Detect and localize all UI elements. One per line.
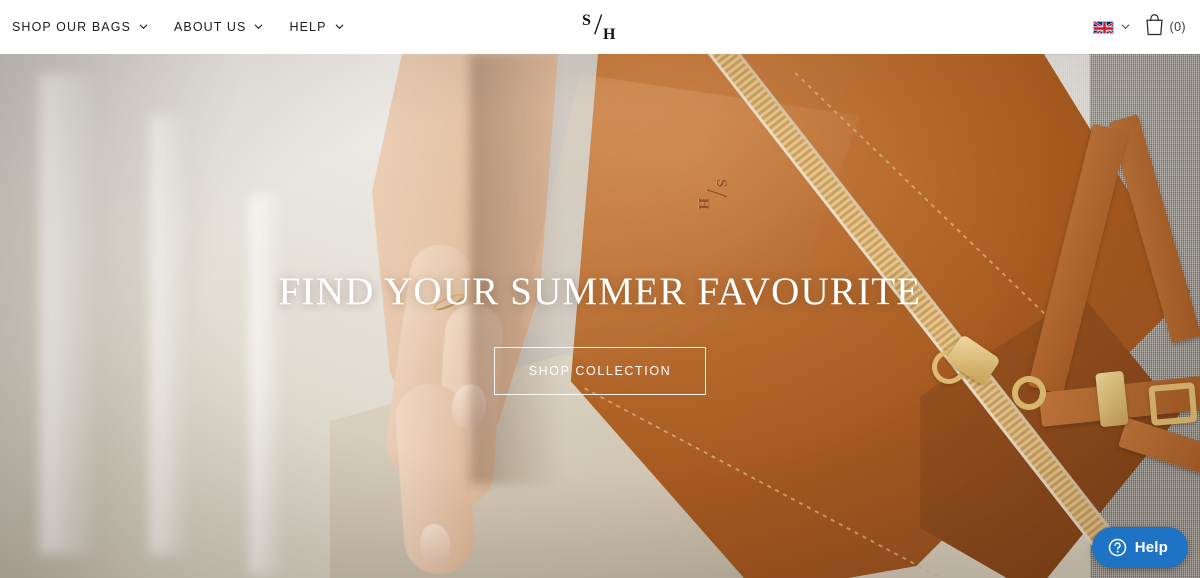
sh-logo[interactable]: S / H	[577, 7, 623, 47]
logo-slash: /	[594, 8, 603, 41]
nav-item-help[interactable]: HELP	[289, 20, 343, 34]
question-circle-icon	[1108, 538, 1127, 557]
logo-letter-h: H	[603, 26, 616, 43]
hero-content: FIND YOUR SUMMER FAVOURITE SHOP COLLECTI…	[0, 54, 1200, 578]
nav-label-help: HELP	[289, 20, 327, 34]
help-widget-button[interactable]: Help	[1091, 527, 1188, 568]
chevron-down-icon	[139, 22, 148, 31]
language-selector[interactable]	[1092, 20, 1130, 34]
uk-flag-icon	[1092, 20, 1114, 34]
chevron-down-icon	[335, 22, 344, 31]
nav-item-shop-our-bags[interactable]: SHOP OUR BAGS	[12, 20, 148, 34]
logo-letter-s: S	[582, 12, 592, 29]
shopping-bag-icon	[1144, 13, 1165, 41]
nav-label-about-us: ABOUT US	[173, 20, 247, 34]
nav-item-about-us[interactable]: ABOUT US	[174, 20, 263, 34]
chevron-down-icon	[1121, 22, 1130, 31]
shop-collection-button[interactable]: SHOP COLLECTION	[493, 347, 707, 395]
cart-count: (0)	[1169, 20, 1186, 34]
chevron-down-icon	[254, 22, 263, 31]
cart-button[interactable]: (0)	[1144, 13, 1186, 41]
hero-banner: S / H FIND YOUR SUMMER FAVOURITE SHOP CO…	[0, 54, 1200, 578]
site-header: SHOP OUR BAGS ABOUT US HELP S / H (0)	[0, 0, 1200, 54]
header-actions: (0)	[1092, 13, 1200, 41]
help-widget-label: Help	[1134, 539, 1168, 556]
nav-label-shop-our-bags: SHOP OUR BAGS	[12, 20, 131, 34]
main-navigation: SHOP OUR BAGS ABOUT US HELP	[0, 20, 344, 34]
hero-headline: FIND YOUR SUMMER FAVOURITE	[278, 270, 922, 313]
